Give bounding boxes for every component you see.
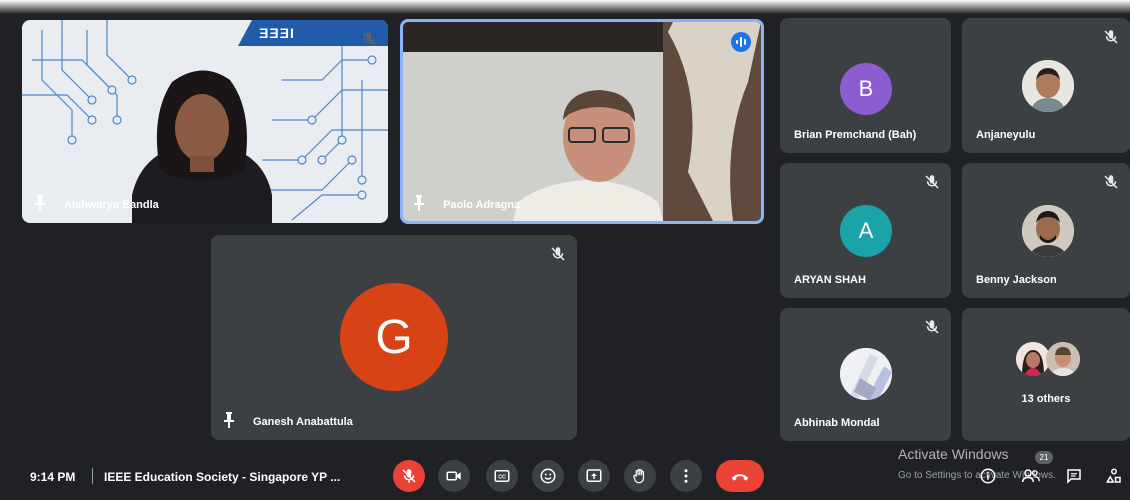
activate-windows-title: Activate Windows	[898, 446, 1009, 462]
participant-tile-others[interactable]: 13 others	[962, 308, 1130, 441]
mic-off-icon	[362, 32, 376, 46]
participant-tile-anjaneyulu[interactable]: Anjaneyulu	[962, 18, 1130, 153]
clock: 9:14 PM	[30, 470, 76, 484]
people-icon	[1022, 469, 1040, 483]
pin-icon[interactable]	[223, 412, 235, 428]
participant-tile-ganesh[interactable]: G Ganesh Anabattula	[211, 235, 577, 440]
chat-button[interactable]	[1064, 466, 1084, 486]
participants-button[interactable]	[1021, 466, 1041, 486]
profile-photo	[1016, 342, 1050, 376]
participant-name: Abhinab Mondal	[794, 417, 880, 429]
camera-icon	[446, 471, 461, 481]
participant-tile-brian[interactable]: B Brian Premchand (Bah)	[780, 18, 951, 153]
avatar	[1022, 205, 1074, 257]
avatar	[1022, 60, 1074, 112]
participant-name: Aishwarya Bandla	[64, 199, 159, 211]
present-button[interactable]	[578, 460, 610, 492]
hangup-icon	[731, 474, 749, 481]
mic-toggle-button[interactable]	[393, 460, 425, 492]
participant-name: ARYAN SHAH	[794, 274, 866, 286]
audio-level-icon	[736, 37, 746, 47]
reactions-button[interactable]	[532, 460, 564, 492]
mic-off-icon	[551, 247, 565, 261]
chat-icon	[1067, 469, 1081, 484]
others-count-label: 13 others	[1021, 393, 1071, 405]
raise-hand-button[interactable]	[624, 460, 656, 492]
participant-count-badge: 21	[1035, 451, 1053, 464]
avatar: A	[840, 205, 892, 257]
mic-off-icon	[402, 469, 416, 483]
profile-photo	[1046, 342, 1080, 376]
avatar	[1016, 342, 1050, 376]
participant-name: Benny Jackson	[976, 274, 1057, 286]
ieee-logo-text: IEEE	[258, 25, 294, 41]
profile-photo	[1022, 60, 1074, 112]
leave-call-button[interactable]	[716, 460, 764, 492]
emoji-icon	[540, 468, 556, 484]
participant-video-paolo	[403, 22, 761, 221]
participant-tile-benny[interactable]: Benny Jackson	[962, 163, 1130, 298]
meeting-details-button[interactable]	[978, 466, 998, 486]
avatar: G	[340, 283, 448, 391]
avatar	[1046, 342, 1080, 376]
mic-off-icon	[1104, 175, 1118, 189]
svg-text:CC: CC	[498, 475, 506, 481]
raise-hand-icon	[633, 468, 645, 484]
activities-icon	[1105, 468, 1121, 483]
divider	[92, 468, 93, 484]
speaking-indicator	[731, 32, 751, 52]
participant-name: Anjaneyulu	[976, 129, 1036, 141]
participant-tile-aishwarya[interactable]: IEEE Aishwarya Bandla	[22, 20, 388, 223]
meeting-title: IEEE Education Society - Singapore YP ..…	[104, 470, 341, 484]
avatar: B	[840, 63, 892, 115]
participant-name: Paolo Adragna	[443, 199, 521, 211]
captions-button[interactable]: CC	[486, 460, 518, 492]
info-icon	[980, 468, 996, 484]
more-options-icon	[684, 469, 688, 483]
mic-off-icon	[1104, 30, 1118, 44]
captions-icon: CC	[494, 470, 510, 482]
participant-name: Ganesh Anabattula	[253, 416, 353, 428]
top-edge-fade	[0, 0, 1130, 14]
participant-tile-aryan[interactable]: A ARYAN SHAH	[780, 163, 951, 298]
mic-off-icon	[925, 320, 939, 334]
more-options-button[interactable]	[670, 460, 702, 492]
pin-icon[interactable]	[413, 195, 425, 211]
participant-name: Brian Premchand (Bah)	[794, 129, 917, 141]
mic-off-icon	[925, 175, 939, 189]
participant-tile-abhinab[interactable]: Abhinab Mondal	[780, 308, 951, 441]
participant-tile-paolo[interactable]: Paolo Adragna	[400, 19, 764, 224]
present-icon	[586, 469, 602, 482]
activities-button[interactable]	[1104, 466, 1124, 486]
profile-photo	[840, 348, 892, 400]
camera-toggle-button[interactable]	[438, 460, 470, 492]
profile-photo	[1022, 205, 1074, 257]
avatar	[840, 348, 892, 400]
pin-icon[interactable]	[34, 195, 46, 211]
participant-video-aishwarya	[132, 70, 272, 223]
